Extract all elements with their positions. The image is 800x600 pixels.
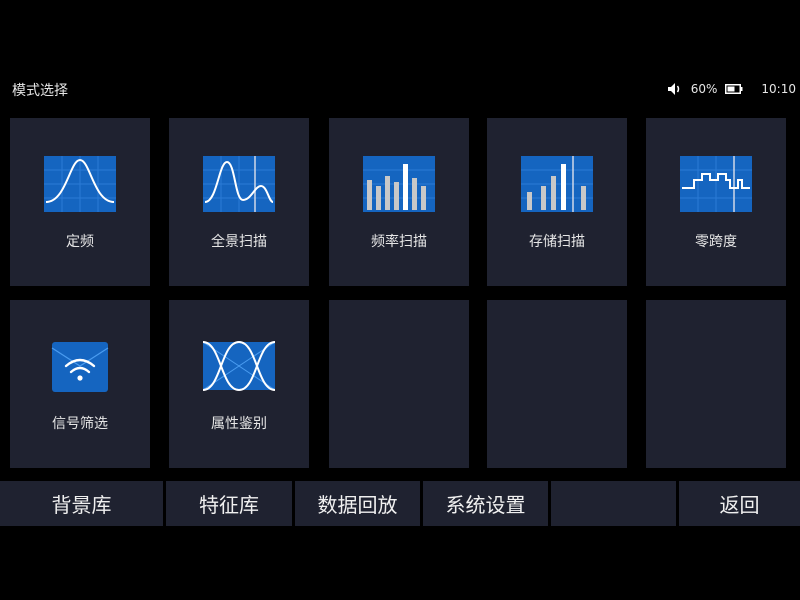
tile-empty-slot	[487, 300, 627, 468]
feature-library-button[interactable]: 特征库	[166, 481, 292, 526]
data-playback-button[interactable]: 数据回放	[295, 481, 420, 526]
tile-label: 存储扫描	[529, 234, 585, 250]
tile-label: 零跨度	[695, 234, 737, 250]
battery-icon	[725, 84, 743, 94]
page-title: 模式选择	[12, 83, 68, 99]
tile-signal-filter[interactable]: 信号筛选	[10, 300, 150, 468]
tile-empty-slot	[646, 300, 786, 468]
system-settings-button[interactable]: 系统设置	[423, 481, 548, 526]
speaker-icon[interactable]	[667, 82, 683, 96]
tile-label: 频率扫描	[371, 234, 427, 250]
tile-label: 信号筛选	[52, 416, 108, 432]
tile-storage-scan[interactable]: 存储扫描	[487, 118, 627, 286]
tile-zero-span[interactable]: 零跨度	[646, 118, 786, 286]
status-bar: 模式选择 60% 10:10	[0, 76, 800, 102]
tile-label: 定频	[66, 234, 94, 250]
clock: 10:10	[761, 82, 796, 96]
tile-panorama-scan[interactable]: 全景扫描	[169, 118, 309, 286]
eye-diagram-icon	[203, 340, 275, 392]
back-button[interactable]: 返回	[679, 481, 800, 526]
status-indicators: 60% 10:10	[667, 80, 796, 98]
tile-label: 属性鉴别	[211, 416, 267, 432]
bottom-toolbar: 背景库 特征库 数据回放 系统设置 返回	[0, 481, 800, 526]
tile-fixed-frequency[interactable]: 定频	[10, 118, 150, 286]
tile-label: 全景扫描	[211, 234, 267, 250]
spectrum-peaks-icon	[203, 156, 275, 212]
bar-spectrum-highlight-icon	[521, 156, 593, 212]
blank-softkey	[551, 481, 676, 526]
gaussian-peak-icon	[44, 156, 116, 212]
wifi-box-icon	[51, 342, 109, 392]
tile-attribute-identification[interactable]: 属性鉴别	[169, 300, 309, 468]
square-wave-icon	[680, 156, 752, 212]
tile-frequency-scan[interactable]: 频率扫描	[329, 118, 469, 286]
background-library-button[interactable]: 背景库	[0, 481, 163, 526]
battery-percent: 60%	[690, 82, 718, 96]
tile-empty-slot	[329, 300, 469, 468]
bar-spectrum-icon	[363, 156, 435, 212]
